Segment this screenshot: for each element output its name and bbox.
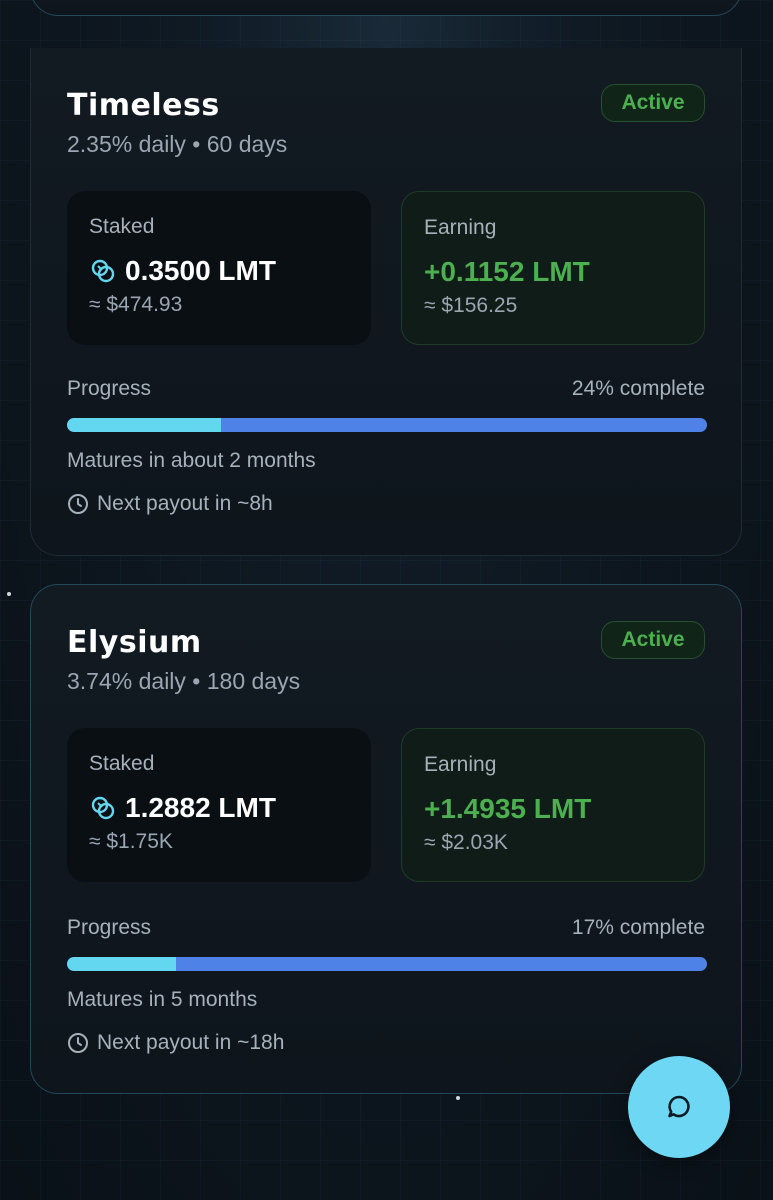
progress-bar-fill: [67, 418, 221, 432]
staked-value-row: 1.2882 LMT: [89, 792, 276, 824]
next-payout: Next payout in ~8h: [67, 492, 273, 516]
previous-stake-card[interactable]: [30, 0, 742, 16]
staked-value: 0.3500 LMT: [125, 255, 276, 286]
earning-usd: ≈ $2.03K: [424, 831, 508, 854]
chat-bubble-icon: [668, 1095, 690, 1118]
progress-bar: [67, 418, 707, 432]
earning-box: Earning +1.4935 LMT ≈ $2.03K: [401, 728, 705, 882]
maturity-text: Matures in about 2 months: [67, 449, 316, 472]
staked-value: 1.2882 LMT: [125, 792, 276, 823]
staked-label: Staked: [89, 215, 155, 238]
earning-label: Earning: [424, 753, 497, 776]
staked-usd: ≈ $1.75K: [89, 830, 173, 853]
earning-value: +0.1152 LMT: [424, 256, 590, 287]
maturity-text: Matures in 5 months: [67, 988, 258, 1011]
stake-subtitle: 3.74% daily • 180 days: [67, 668, 301, 694]
progress-percent: 17% complete: [571, 916, 705, 939]
status-badge: Active: [601, 84, 705, 122]
staked-label: Staked: [89, 752, 155, 775]
next-payout-text: Next payout in ~8h: [97, 492, 273, 515]
decorative-dot: [7, 592, 11, 596]
progress-percent: 24% complete: [571, 377, 705, 400]
stake-title: Elysium: [67, 625, 202, 660]
next-payout-text: Next payout in ~18h: [97, 1031, 285, 1054]
stake-title: Timeless: [67, 88, 220, 123]
staked-box: Staked 1.2882 LMT ≈ $1.75K: [67, 728, 371, 882]
progress-label: Progress: [67, 377, 152, 400]
earning-usd: ≈ $156.25: [424, 294, 518, 317]
earning-box: Earning +0.1152 LMT ≈ $156.25: [401, 191, 705, 345]
clock-icon: [68, 494, 88, 514]
staked-usd: ≈ $474.93: [89, 293, 183, 316]
progress-bar-fill: [67, 957, 176, 971]
earning-value: +1.4935 LMT: [424, 793, 592, 824]
stake-card-elysium[interactable]: Elysium 3.74% daily • 180 days Active St…: [30, 584, 742, 1094]
clock-icon: [68, 1033, 88, 1053]
progress-label: Progress: [67, 916, 152, 939]
status-badge: Active: [601, 621, 705, 659]
next-payout: Next payout in ~18h: [67, 1031, 284, 1055]
coins-icon: [91, 796, 115, 820]
stake-subtitle: 2.35% daily • 60 days: [67, 131, 288, 157]
decorative-dot: [456, 1096, 460, 1100]
coins-icon: [91, 259, 115, 283]
stake-card-timeless[interactable]: Timeless 2.35% daily • 60 days Active St…: [30, 48, 742, 556]
staked-value-row: 0.3500 LMT: [89, 255, 276, 287]
staked-box: Staked 0.3500 LMT ≈ $474.93: [67, 191, 371, 345]
chat-button[interactable]: [628, 1056, 730, 1158]
earning-label: Earning: [424, 216, 497, 239]
progress-bar: [67, 957, 707, 971]
